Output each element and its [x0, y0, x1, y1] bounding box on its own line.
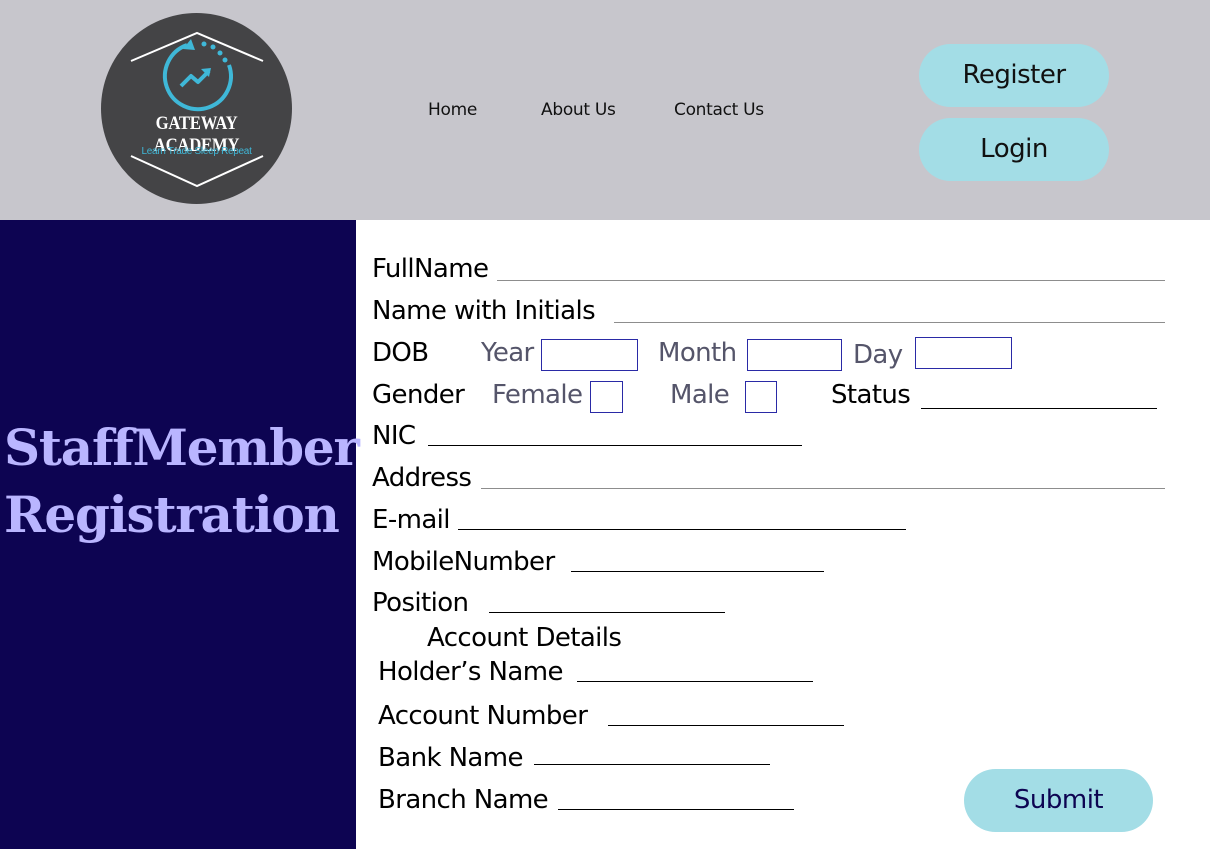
branch-name-label: Branch Name — [378, 785, 549, 815]
name-initials-field[interactable] — [614, 322, 1165, 323]
status-label: Status — [831, 380, 911, 410]
dob-year-input[interactable] — [541, 339, 638, 371]
mobile-label: MobileNumber — [372, 547, 555, 577]
dob-day-input[interactable] — [915, 337, 1012, 369]
dob-year-label: Year — [481, 338, 534, 368]
page-title: StaffMember Registration — [4, 414, 360, 548]
branch-name-field[interactable] — [558, 809, 794, 810]
address-label: Address — [372, 463, 472, 493]
rising-arrow-cycle-icon — [130, 31, 264, 188]
register-button[interactable]: Register — [919, 44, 1109, 107]
bank-name-field[interactable] — [534, 764, 770, 765]
holder-name-label: Holder’s Name — [378, 657, 563, 687]
gender-female-checkbox[interactable] — [590, 381, 623, 413]
academy-logo[interactable]: GATEWAY ACADEMY Learn Trade Sleep Repeat — [101, 13, 292, 204]
sidebar-panel: StaffMember Registration — [0, 220, 360, 849]
bank-name-label: Bank Name — [378, 743, 523, 773]
dob-month-label: Month — [658, 338, 737, 368]
fullname-label: FullName — [372, 254, 489, 284]
dob-label: DOB — [372, 338, 429, 368]
status-field[interactable] — [921, 408, 1157, 409]
holder-name-field[interactable] — [577, 681, 813, 682]
account-number-label: Account Number — [378, 701, 588, 731]
email-field[interactable] — [458, 529, 906, 530]
fullname-field[interactable] — [497, 280, 1165, 281]
position-label: Position — [372, 588, 469, 618]
dob-day-label: Day — [853, 340, 903, 370]
gender-label: Gender — [372, 380, 465, 410]
nic-label: NIC — [372, 421, 416, 451]
account-number-field[interactable] — [608, 725, 844, 726]
account-details-heading: Account Details — [427, 623, 622, 653]
nav-contact-link[interactable]: Contact Us — [674, 100, 764, 120]
email-label: E-mail — [372, 505, 451, 535]
name-initials-label: Name with Initials — [372, 296, 596, 326]
header-bar: GATEWAY ACADEMY Learn Trade Sleep Repeat… — [0, 0, 1210, 220]
submit-button[interactable]: Submit — [964, 769, 1153, 832]
mobile-field[interactable] — [571, 571, 824, 572]
gender-male-checkbox[interactable] — [745, 381, 777, 413]
position-field[interactable] — [489, 612, 725, 613]
login-button[interactable]: Login — [919, 118, 1109, 181]
page-title-line2: Registration — [4, 485, 340, 544]
gender-female-label: Female — [492, 380, 583, 410]
page-title-line1: StaffMember — [4, 418, 360, 477]
nav-about-link[interactable]: About Us — [541, 100, 616, 120]
logo-tagline: Learn Trade Sleep Repeat — [141, 146, 252, 157]
nic-field[interactable] — [428, 445, 802, 446]
dob-month-input[interactable] — [747, 339, 842, 371]
address-field[interactable] — [481, 488, 1165, 489]
gender-male-label: Male — [670, 380, 730, 410]
nav-home-link[interactable]: Home — [428, 100, 477, 120]
